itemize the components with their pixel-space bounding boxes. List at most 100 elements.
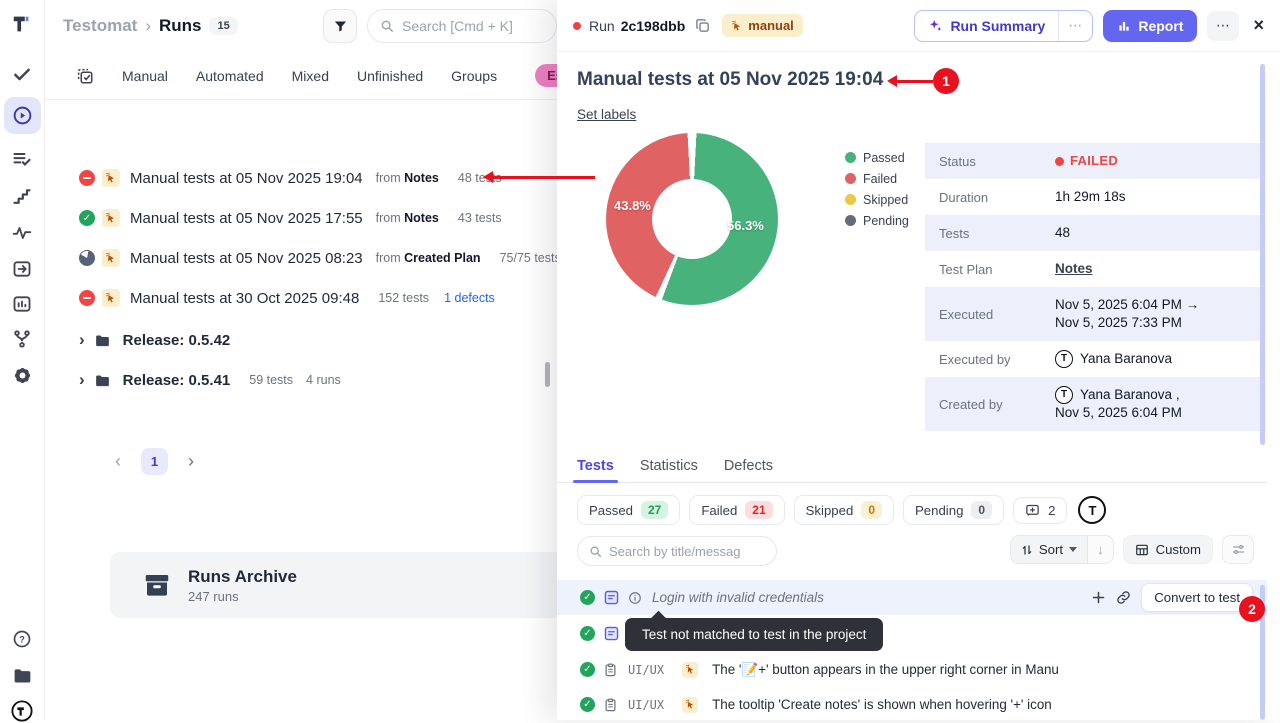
chevron-right-icon[interactable]: › (79, 371, 85, 388)
filter-button[interactable] (323, 9, 357, 43)
assignee-avatar[interactable]: T (1078, 496, 1106, 524)
status-passed-icon: ✓ (79, 210, 95, 226)
tab-statistics[interactable]: Statistics (640, 458, 698, 474)
run-defects-link[interactable]: 1 defects (444, 291, 495, 305)
sidebar-item-tests-icon[interactable] (11, 63, 33, 85)
tab-defects[interactable]: Defects (724, 458, 773, 474)
run-summary-more-button[interactable]: ⋯ (1058, 11, 1092, 41)
comments-filter[interactable]: 2 (1013, 497, 1067, 524)
page-next-icon[interactable]: › (188, 451, 194, 472)
comment-plus-icon (1025, 503, 1040, 518)
run-title: Manual tests at 05 Nov 2025 19:04 (130, 170, 363, 187)
filter-skipped-count: 0 (861, 501, 882, 519)
filter-pending[interactable]: Pending0 (903, 495, 1004, 525)
sidebar-item-plans-icon[interactable] (11, 148, 33, 170)
legend-pending-dot (845, 215, 856, 226)
table-grid-icon (1135, 543, 1149, 557)
breadcrumb-separator-icon: › (145, 16, 151, 36)
convert-to-test-button[interactable]: Convert to test (1141, 583, 1253, 612)
sidebar-item-pulse-icon[interactable] (11, 222, 33, 244)
manual-badge: manual (722, 14, 803, 37)
annotation-arrow-line (895, 80, 933, 83)
sidebar-item-branches-icon[interactable] (11, 328, 33, 350)
testomat-logo-icon[interactable] (11, 13, 33, 35)
executed-from: Nov 5, 2025 6:04 PM → (1055, 297, 1199, 312)
report-button[interactable]: Report (1103, 10, 1197, 42)
sidebar-item-analytics-icon[interactable] (11, 293, 33, 315)
account-avatar[interactable] (11, 700, 33, 722)
folder-icon (94, 332, 111, 349)
sidebar-item-import-icon[interactable] (11, 258, 33, 280)
set-labels-link[interactable]: Set labels (577, 107, 636, 122)
test-row[interactable]: ✓ UI/UX The tooltip 'Create notes' is sh… (557, 687, 1267, 722)
runs-search[interactable] (367, 9, 557, 43)
tab-automated[interactable]: Automated (196, 68, 264, 84)
sidebar-item-steps-icon[interactable] (11, 186, 33, 208)
tab-tests[interactable]: Tests (577, 458, 614, 474)
test-row[interactable]: ✓ UI/UX The '📝+' button appears in the u… (557, 652, 1267, 687)
copy-icon[interactable] (695, 18, 710, 33)
projects-folder-icon[interactable] (11, 664, 33, 686)
test-row[interactable]: ✓ Login with invalid credentials Convert… (557, 580, 1267, 615)
detail-label: Duration (939, 190, 1055, 205)
tab-unfinished[interactable]: Unfinished (357, 68, 423, 84)
run-from-label: from (376, 211, 401, 225)
chevron-right-icon[interactable]: › (79, 331, 85, 348)
cursor-click-icon (731, 20, 743, 32)
legend-failed-dot (845, 173, 856, 184)
search-icon (589, 545, 602, 558)
run-detail-drawer: Run 2c198dbb manual Run Summary ⋯ Report… (557, 0, 1280, 720)
sort-label: Sort (1039, 542, 1063, 557)
filter-skipped[interactable]: Skipped 0 (794, 495, 894, 525)
filter-skipped-label: Skipped (806, 503, 854, 518)
sparkles-icon (928, 18, 943, 33)
test-plan-link[interactable]: Notes (1055, 260, 1093, 278)
sidebar-item-settings-icon[interactable] (11, 364, 33, 386)
link-icon[interactable] (1116, 590, 1131, 605)
plus-icon[interactable] (1091, 590, 1106, 605)
sort-button[interactable]: Sort (1011, 536, 1087, 563)
tab-manual[interactable]: Manual (122, 68, 168, 84)
tooltip: Test not matched to test in the project (625, 618, 883, 651)
sort-arrows-icon (1021, 544, 1033, 556)
help-icon[interactable]: ? (11, 628, 33, 650)
donut-failed-label: 43.8% (614, 198, 651, 213)
sort-direction-button[interactable]: ↓ (1087, 536, 1113, 563)
detail-tabs: Tests Statistics Defects (557, 450, 1267, 483)
result-filters: Passed27 Failed21 Skipped 0 Pending0 2 T (577, 495, 1106, 525)
detail-label: Test Plan (939, 262, 1055, 277)
run-tests-count: 152 tests (378, 291, 429, 305)
custom-view-button[interactable]: Custom (1123, 535, 1213, 564)
runs-search-input[interactable] (402, 18, 532, 34)
tab-mixed[interactable]: Mixed (292, 68, 329, 84)
manual-run-icon (102, 289, 120, 307)
created-at-value: Nov 5, 2025 6:04 PM (1055, 405, 1182, 420)
filter-failed[interactable]: Failed21 (689, 495, 784, 525)
results-donut-chart: 43.8% 56.3% (606, 133, 778, 305)
duration-value: 1h 29m 18s (1055, 188, 1126, 206)
page-prev-icon[interactable]: ‹ (115, 451, 121, 472)
breadcrumb-app[interactable]: Testomat (63, 16, 137, 36)
select-all-icon[interactable] (76, 67, 94, 85)
tab-groups[interactable]: Groups (451, 68, 497, 84)
run-from-label: from (376, 171, 401, 185)
detail-label: Status (939, 154, 1055, 169)
page-current[interactable]: 1 (141, 448, 168, 475)
sidebar-item-runs[interactable] (4, 97, 41, 134)
tests-search[interactable] (577, 536, 777, 566)
status-in-progress-icon (79, 250, 95, 266)
status-failed-icon (79, 170, 95, 186)
executed-to: Nov 5, 2025 7:33 PM (1055, 315, 1182, 330)
folder-name: Release: 0.5.42 (123, 332, 231, 349)
close-icon[interactable]: × (1253, 15, 1264, 36)
list-scrollbar-thumb[interactable] (545, 362, 550, 387)
filter-passed[interactable]: Passed27 (577, 495, 680, 525)
folder-name: Release: 0.5.41 (123, 372, 231, 389)
note-icon (603, 589, 620, 606)
run-summary-button[interactable]: Run Summary (915, 11, 1058, 41)
details-scrollbar-thumb[interactable] (1260, 64, 1265, 445)
tests-search-input[interactable] (609, 544, 759, 559)
detail-label: Executed (939, 307, 1055, 322)
display-settings-button[interactable] (1222, 535, 1254, 564)
more-options-button[interactable]: ⋯ (1207, 11, 1239, 41)
